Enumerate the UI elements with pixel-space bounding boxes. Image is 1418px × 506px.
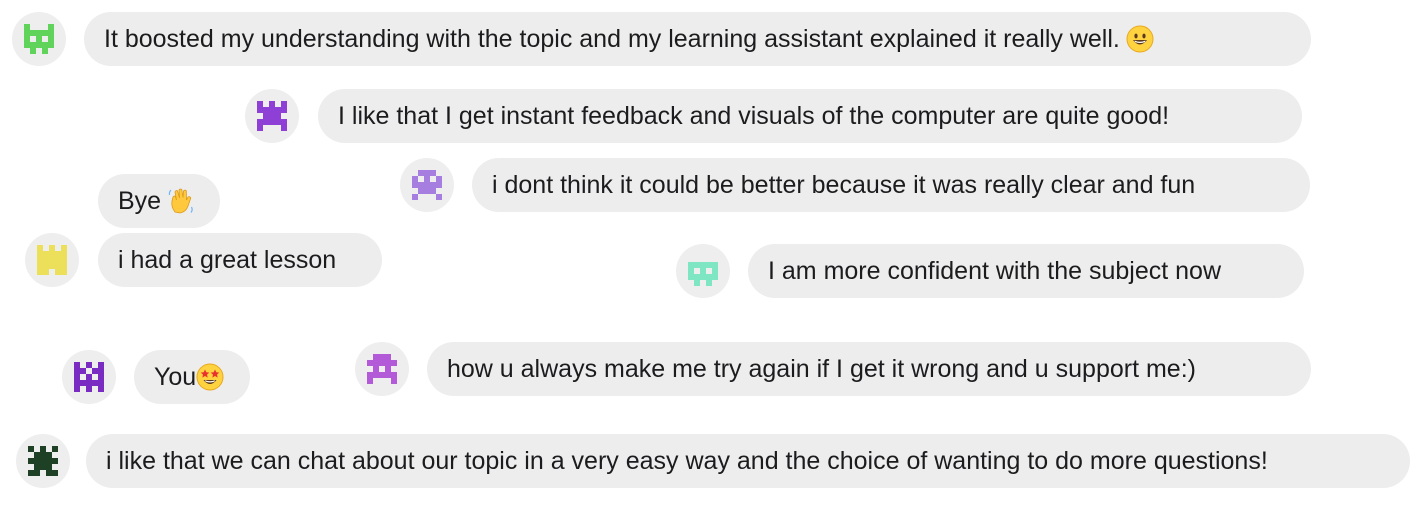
avatar	[355, 342, 409, 396]
space-invader-green-icon	[24, 24, 54, 54]
chat-bubble: how u always make me try again if I get …	[427, 342, 1311, 396]
space-invader-mint-icon	[688, 256, 718, 286]
message-text: i dont think it could be better because …	[492, 170, 1196, 199]
message-text: I like that I get instant feedback and v…	[338, 101, 1170, 130]
message-text: You	[154, 362, 197, 391]
space-invader-yellow-icon	[37, 245, 67, 275]
avatar	[400, 158, 454, 212]
space-invader-darkgreen-icon	[28, 446, 58, 476]
space-invader-orchid-icon	[367, 354, 397, 384]
chat-bubble: i had a great lesson	[98, 233, 382, 287]
space-invader-violet-icon	[74, 362, 104, 392]
space-invader-lilac-icon	[412, 170, 442, 200]
avatar	[62, 350, 116, 404]
chat-bubble: You	[134, 350, 250, 404]
message-text: i like that we can chat about our topic …	[106, 446, 1268, 475]
waving-hand-emoji	[167, 187, 195, 215]
chat-bubble: It boosted my understanding with the top…	[84, 12, 1311, 66]
avatar	[676, 244, 730, 298]
avatar	[25, 233, 79, 287]
avatar	[16, 434, 70, 488]
chat-bubble: i dont think it could be better because …	[472, 158, 1310, 212]
message-text: Bye	[118, 186, 162, 215]
chat-bubble: i like that we can chat about our topic …	[86, 434, 1410, 488]
avatar	[12, 12, 66, 66]
chat-bubble: I like that I get instant feedback and v…	[318, 89, 1302, 143]
chat-bubble: Bye	[98, 174, 220, 228]
message-text: i had a great lesson	[118, 245, 337, 274]
message-text: I am more confident with the subject now	[768, 256, 1222, 285]
star-struck-emoji	[196, 363, 224, 391]
message-text: It boosted my understanding with the top…	[104, 24, 1120, 53]
grinning-face-emoji	[1126, 25, 1154, 53]
message-text: how u always make me try again if I get …	[447, 354, 1196, 383]
chat-bubble: I am more confident with the subject now	[748, 244, 1304, 298]
avatar	[245, 89, 299, 143]
space-invader-purple-icon	[257, 101, 287, 131]
